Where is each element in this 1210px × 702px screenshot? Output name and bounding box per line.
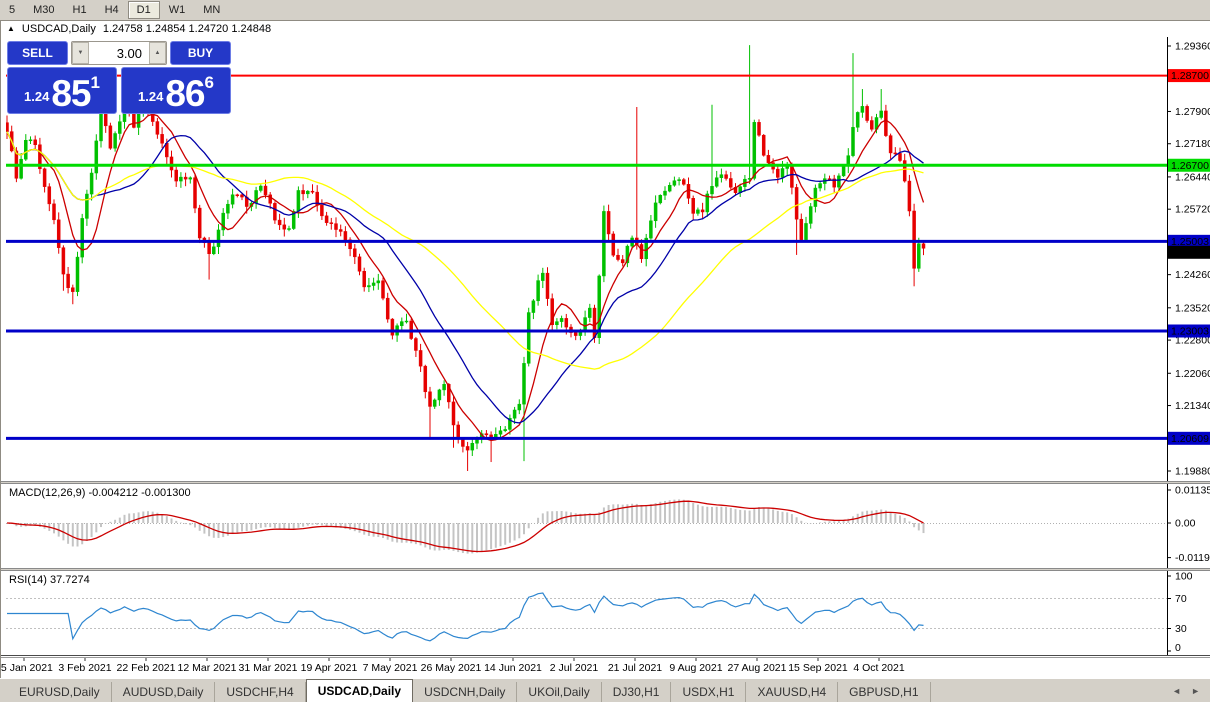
svg-text:0.00: 0.00 [1175, 518, 1196, 530]
date-tick-label: 12 Mar 2021 [178, 662, 237, 674]
tab-eurusd-daily[interactable]: EURUSD,Daily [8, 682, 112, 702]
date-tick-label: 27 Aug 2021 [728, 662, 787, 674]
timeframe-button-mn[interactable]: MN [194, 1, 229, 19]
date-tick-label: 4 Oct 2021 [853, 662, 905, 674]
price-chart[interactable]: 1.29360 1.27900 1.27180 1.26440 1.25720 1.242… [1, 37, 1210, 481]
svg-text:1.23003: 1.23003 [1171, 325, 1209, 337]
date-tick-label: 9 Aug 2021 [669, 662, 722, 674]
sell-price-prefix: 1.24 [24, 89, 50, 104]
volume-increase-button[interactable]: ▲ [149, 42, 166, 64]
svg-text:1.26700: 1.26700 [1171, 160, 1209, 172]
svg-text:1.26440: 1.26440 [1175, 171, 1210, 183]
sell-price-big: 85 [51, 72, 91, 114]
date-tick-label: 22 Feb 2021 [117, 662, 176, 674]
macd-axis: 0.01135 0.00 -0.011904 [1167, 484, 1210, 568]
tab-usdcad-daily[interactable]: USDCAD,Daily [305, 679, 414, 702]
buy-button[interactable]: BUY [170, 41, 231, 65]
timeframe-button-m30[interactable]: M30 [24, 1, 63, 19]
buy-price-big: 86 [165, 72, 205, 114]
svg-text:70: 70 [1175, 593, 1187, 605]
chart-tab-bar: EURUSD,Daily AUDUSD,Daily USDCHF,H4 USDCAD,… [0, 678, 1210, 702]
svg-text:1.22060: 1.22060 [1175, 368, 1210, 380]
date-tick-label: 21 Jul 2021 [608, 662, 662, 674]
svg-text:1.24848: 1.24848 [1171, 247, 1209, 259]
macd-label: MACD(12,26,9) -0.004212 -0.001300 [9, 487, 191, 499]
date-tick-label: 19 Apr 2021 [301, 662, 358, 674]
svg-text:100: 100 [1175, 571, 1193, 583]
date-tick-label: 2 Jul 2021 [550, 662, 599, 674]
chart-ohlc-values: 1.24758 1.24854 1.24720 1.24848 [102, 23, 272, 35]
buy-price-prefix: 1.24 [138, 89, 164, 104]
timeframe-button-5[interactable]: 5 [0, 1, 24, 19]
svg-text:1.25720: 1.25720 [1175, 204, 1210, 216]
svg-text:1.24260: 1.24260 [1175, 269, 1210, 281]
buy-price-display[interactable]: 1.24 86 6 [121, 67, 231, 114]
rsi-canvas[interactable]: 100 70 30 0 [1, 571, 1210, 655]
tab-usdx-h1[interactable]: USDX,H1 [671, 682, 747, 702]
chart-title-bar: ▲ USDCAD,Daily 1.24758 1.24854 1.24720 1… [1, 21, 1210, 37]
svg-text:30: 30 [1175, 623, 1187, 635]
date-axis: 15 Jan 2021 3 Feb 2021 22 Feb 202112 Mar 2… [1, 655, 1210, 678]
tab-audusd-daily[interactable]: AUDUSD,Daily [112, 682, 216, 702]
tab-xauusd-h4[interactable]: XAUUSD,H4 [746, 682, 839, 702]
chart-window: ▲ USDCAD,Daily 1.24758 1.24854 1.24720 1… [0, 21, 1210, 678]
date-tick-label: 7 May 2021 [363, 662, 418, 674]
svg-text:0: 0 [1175, 642, 1181, 654]
sell-price-display[interactable]: 1.24 85 1 [7, 67, 117, 114]
timeframe-toolbar: 5 M30 H1 H4 D1 W1 MN [0, 0, 1210, 21]
date-axis-canvas: 15 Jan 2021 3 Feb 2021 22 Feb 202112 Mar 2… [1, 655, 1210, 678]
buy-price-sup: 6 [204, 73, 214, 92]
svg-text:1.27180: 1.27180 [1175, 138, 1210, 150]
timeframe-button-d1[interactable]: D1 [127, 1, 160, 19]
rsi-label: RSI(14) 37.7274 [9, 574, 90, 586]
title-arrow-icon: ▲ [7, 24, 15, 33]
tab-ukoil-daily[interactable]: UKOil,Daily [517, 682, 602, 702]
date-tick-label: 15 Jan 2021 [1, 662, 53, 674]
tab-scroll-buttons: ◄ ► [1172, 686, 1210, 696]
svg-text:1.20609: 1.20609 [1171, 433, 1209, 445]
date-tick-label: 14 Jun 2021 [484, 662, 542, 674]
rsi-axis: 100 70 30 0 [1167, 571, 1210, 655]
volume-decrease-button[interactable]: ▼ [72, 42, 89, 64]
tab-scroll-right-icon[interactable]: ► [1191, 686, 1200, 696]
svg-text:1.19880: 1.19880 [1175, 466, 1210, 478]
svg-text:1.29360: 1.29360 [1175, 41, 1210, 53]
sell-button[interactable]: SELL [7, 41, 68, 65]
svg-text:1.27900: 1.27900 [1175, 106, 1210, 118]
tab-usdchf-h4[interactable]: USDCHF,H4 [215, 682, 306, 702]
price-axis: 1.29360 1.27900 1.27180 1.26440 1.25720 1.242… [1167, 37, 1210, 481]
rsi-pane[interactable]: 100 70 30 0 RSI(14) 37.7274 [1, 571, 1210, 655]
date-tick-label: 31 Mar 2021 [239, 662, 298, 674]
timeframe-button-h4[interactable]: H4 [96, 1, 128, 19]
sell-price-sup: 1 [90, 73, 100, 92]
timeframe-button-h1[interactable]: H1 [64, 1, 96, 19]
date-tick-label: 3 Feb 2021 [58, 662, 111, 674]
chart-symbol-title: USDCAD,Daily [21, 23, 96, 35]
date-tick-label: 26 May 2021 [421, 662, 482, 674]
tab-scroll-left-icon[interactable]: ◄ [1172, 686, 1181, 696]
svg-text:1.21340: 1.21340 [1175, 400, 1210, 412]
volume-input[interactable]: 3.00 [89, 42, 149, 64]
tab-gbpusd-h1[interactable]: GBPUSD,H1 [838, 682, 931, 702]
tab-dj30-h1[interactable]: DJ30,H1 [602, 682, 672, 702]
one-click-trading-panel: SELL ▼ 3.00 ▲ BUY 1.24 85 1 1.24 86 6 [7, 41, 231, 114]
svg-text:0.01135: 0.01135 [1175, 485, 1210, 497]
volume-control: ▼ 3.00 ▲ [71, 41, 167, 65]
svg-text:-0.011904: -0.011904 [1175, 552, 1210, 564]
timeframe-button-w1[interactable]: W1 [160, 1, 195, 19]
date-tick-label: 15 Sep 2021 [788, 662, 848, 674]
svg-text:1.28700: 1.28700 [1171, 70, 1209, 82]
macd-pane[interactable]: 0.01135 0.00 -0.011904 MACD(12,26,9) -0.00… [1, 484, 1210, 568]
tab-usdcnh-daily[interactable]: USDCNH,Daily [413, 682, 518, 702]
svg-text:1.23520: 1.23520 [1175, 302, 1210, 314]
